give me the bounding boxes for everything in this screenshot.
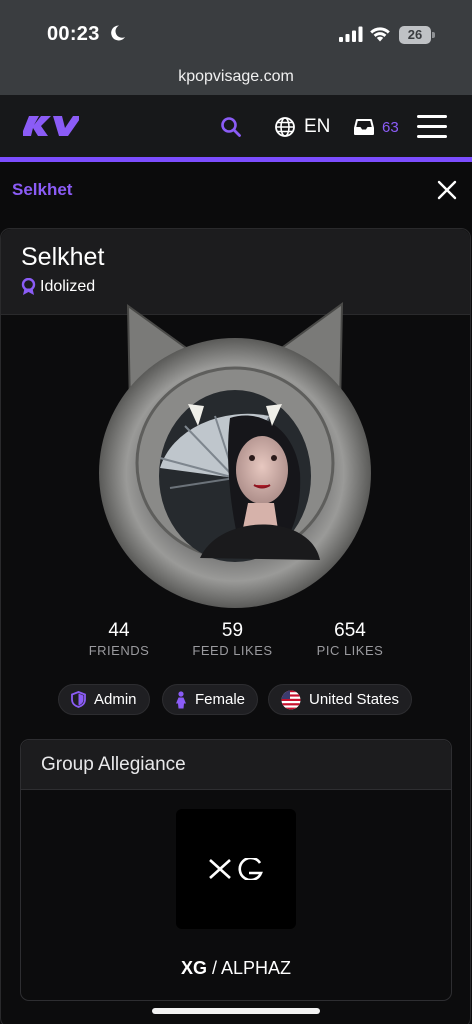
site-header: EN 63 bbox=[0, 95, 472, 157]
badge-gender: Female bbox=[162, 684, 259, 715]
kv-logo-icon[interactable] bbox=[23, 114, 79, 138]
battery-icon: 26 bbox=[399, 26, 435, 44]
moon-icon bbox=[111, 25, 125, 41]
group-allegiance-panel: Group Allegiance XG XG / ALPHAZ bbox=[20, 739, 452, 1001]
badge-country: United States bbox=[268, 684, 413, 715]
hamburger-menu-icon[interactable] bbox=[417, 115, 449, 139]
group-name-bold: XG bbox=[180, 958, 207, 978]
female-icon bbox=[176, 690, 186, 708]
group-allegiance-header: Group Allegiance bbox=[21, 740, 451, 790]
stat-value: 654 bbox=[334, 620, 366, 641]
wifi-icon bbox=[370, 27, 390, 42]
award-icon bbox=[21, 278, 36, 295]
search-icon[interactable] bbox=[220, 116, 242, 138]
status-bar: 00:23 26 bbox=[0, 0, 472, 62]
stat-value: 59 bbox=[221, 620, 244, 641]
header-accent-line bbox=[0, 157, 472, 162]
stat-label: FEED LIKES bbox=[192, 643, 273, 658]
profile-rank-label: Idolized bbox=[40, 278, 96, 295]
stat-label: PIC LIKES bbox=[316, 643, 384, 658]
globe-icon bbox=[275, 117, 295, 137]
stat-pic-likes[interactable]: 654 PIC LIKES bbox=[295, 620, 405, 658]
inbox-button[interactable]: 63 bbox=[354, 115, 399, 139]
url-bar[interactable]: kpopvisage.com bbox=[0, 62, 472, 95]
profile-avatar[interactable] bbox=[90, 298, 380, 618]
group-allegiance-title: Group Allegiance bbox=[41, 754, 186, 775]
stat-value: 44 bbox=[108, 620, 130, 641]
profile-name: Selkhet bbox=[21, 243, 105, 271]
language-selector[interactable]: EN bbox=[274, 114, 330, 140]
profile-stats: 44 FRIENDS 59 FEED LIKES 654 PIC LIKES bbox=[60, 620, 410, 660]
group-name[interactable]: XG / ALPHAZ bbox=[21, 958, 451, 979]
status-time: 00:23 bbox=[47, 23, 100, 45]
close-icon[interactable] bbox=[437, 180, 457, 200]
stat-friends[interactable]: 44 FRIENDS bbox=[60, 620, 178, 658]
badge-admin: Admin bbox=[58, 684, 150, 715]
badge-label: United States bbox=[309, 691, 400, 708]
group-separator: / bbox=[206, 958, 221, 978]
stat-feed-likes[interactable]: 59 FEED LIKES bbox=[175, 620, 290, 658]
group-logo[interactable]: XG bbox=[176, 809, 296, 929]
page-title: Selkhet bbox=[12, 180, 73, 199]
badge-label: Admin bbox=[94, 691, 137, 708]
profile-rank: Idolized bbox=[21, 278, 95, 296]
inbox-icon bbox=[354, 119, 374, 135]
inbox-count: 63 bbox=[382, 118, 399, 136]
badge-label: Female bbox=[195, 691, 246, 708]
battery-level: 26 bbox=[407, 27, 423, 42]
signal-icon bbox=[339, 26, 363, 42]
group-logo-mark bbox=[209, 858, 263, 880]
language-label: EN bbox=[304, 116, 331, 137]
group-fandom: ALPHAZ bbox=[221, 958, 292, 978]
stat-label: FRIENDS bbox=[88, 643, 150, 658]
url-text: kpopvisage.com bbox=[178, 68, 294, 85]
shield-icon bbox=[71, 691, 86, 708]
home-indicator[interactable] bbox=[152, 1008, 320, 1014]
us-flag-icon bbox=[281, 690, 301, 709]
